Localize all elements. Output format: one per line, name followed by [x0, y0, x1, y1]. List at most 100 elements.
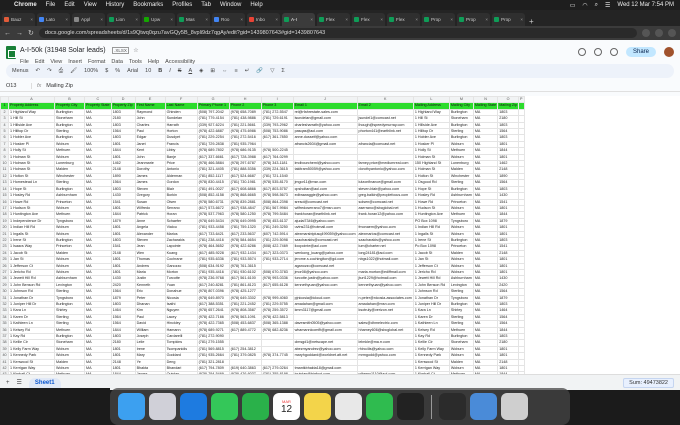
table-cell[interactable]: greg.baikin@peoplefocus.com	[356, 192, 414, 200]
text-color-button[interactable]: A	[188, 68, 192, 74]
browser-tab[interactable]: Lion ×	[107, 13, 140, 26]
table-cell[interactable]: farney.price@mediumreal.com	[356, 160, 414, 168]
menu-bookmarks[interactable]: Bookmarks	[133, 2, 163, 8]
back-icon[interactable]: ←	[4, 30, 11, 37]
menu-help[interactable]: Help	[250, 2, 262, 8]
tab-close-icon[interactable]: ×	[450, 17, 453, 22]
calendar-icon[interactable]: MAR 12	[273, 393, 300, 420]
table-cell[interactable]: Ashburnham	[448, 275, 474, 283]
new-tab-icon[interactable]: +	[529, 17, 534, 26]
tab-close-icon[interactable]: ×	[65, 17, 68, 22]
tab-close-icon[interactable]: ×	[170, 17, 173, 22]
undo-icon[interactable]: ↶	[36, 68, 41, 74]
header-cell[interactable]: Primary Phone 1	[196, 102, 230, 110]
bold-button[interactable]: B	[158, 68, 162, 74]
browser-tab[interactable]: Flex ×	[317, 13, 350, 26]
header-cell[interactable]: Property State	[84, 102, 112, 110]
browser-tab[interactable]: Prop ×	[422, 13, 455, 26]
doc-menu-accessibility[interactable]: Accessibility	[165, 59, 195, 65]
table-cell[interactable]: alexmarsbtplusq499059@yahoo.com	[292, 230, 358, 238]
browser-tab[interactable]: A-I ×	[282, 13, 315, 26]
menu-profiles[interactable]: Profiles	[172, 2, 192, 8]
quicktime-icon[interactable]	[439, 393, 466, 420]
browser-tab[interactable]: Flex ×	[387, 13, 420, 26]
currency-button[interactable]: $	[105, 68, 108, 74]
menu-view[interactable]: View	[84, 2, 97, 8]
browser-tab[interactable]: Mas ×	[177, 13, 210, 26]
tab-close-icon[interactable]: ×	[380, 17, 383, 22]
browser-tab[interactable]: Lato ×	[37, 13, 70, 26]
tab-close-icon[interactable]: ×	[415, 17, 418, 22]
fill-color-icon[interactable]: ◈	[199, 68, 203, 74]
browser-tab[interactable]: Roo ×	[212, 13, 245, 26]
profile-avatar[interactable]	[668, 29, 676, 37]
table-cell[interactable]: maria.morton@ediffmail.com	[356, 268, 414, 277]
messages-icon[interactable]	[211, 393, 238, 420]
chrome-icon[interactable]	[335, 393, 362, 420]
doc-menu-view[interactable]: View	[50, 59, 62, 65]
browser-tab[interactable]: Upw ×	[142, 13, 175, 26]
tab-close-icon[interactable]: ×	[275, 17, 278, 22]
tab-close-icon[interactable]: ×	[345, 17, 348, 22]
print-icon[interactable]: ⎙	[59, 68, 63, 75]
header-cell[interactable]: Mailing State	[472, 102, 499, 110]
menu-app-name[interactable]: Chrome	[14, 2, 37, 8]
doc-menu-data[interactable]: Data	[111, 59, 123, 65]
borders-icon[interactable]: ⊞	[210, 68, 215, 74]
doc-title[interactable]: A-I-50k (31948 Solar leads)	[20, 47, 106, 54]
tab-close-icon[interactable]: ×	[135, 17, 138, 22]
font-select[interactable]: Arial	[127, 68, 138, 74]
table-cell[interactable]: 1 John Benson Rd	[412, 281, 450, 290]
formula-input[interactable]: Mailing Zip	[46, 83, 73, 89]
table-cell[interactable]: Ashburnham	[448, 192, 474, 200]
wrap-icon[interactable]: ↵	[245, 68, 250, 74]
sheets-logo-icon[interactable]	[6, 45, 16, 59]
reload-icon[interactable]: ↻	[28, 29, 34, 37]
menu-tab[interactable]: Tab	[201, 2, 211, 8]
menu-edit[interactable]: Edit	[64, 2, 74, 8]
launchpad-icon[interactable]	[149, 393, 176, 420]
table-cell[interactable]: n.peter@nicosia-associates.com	[356, 294, 414, 303]
extension-icon[interactable]	[642, 29, 650, 37]
paint-format-icon[interactable]: 🖌	[70, 68, 77, 74]
facetime-icon[interactable]	[242, 393, 269, 420]
history-icon[interactable]	[577, 48, 586, 56]
tab-close-icon[interactable]: ×	[205, 17, 208, 22]
spreadsheet-grid[interactable]: A B C D E F G H I J K L M N O P 1 Property Address Propert…	[0, 96, 680, 374]
tab-close-icon[interactable]: ×	[310, 17, 313, 22]
share-button[interactable]: Share	[625, 47, 656, 57]
url-field[interactable]: docs.google.com/spreadsheets/d/1s9Qtwq0q…	[38, 28, 637, 38]
clock[interactable]: Wed 12 Mar 7:54 PM	[617, 2, 674, 8]
extension-icon-2[interactable]	[655, 29, 663, 37]
doc-menu-help[interactable]: Help	[148, 59, 159, 65]
browser-tab[interactable]: Prop ×	[457, 13, 490, 26]
filter-icon[interactable]: ▽	[270, 68, 274, 74]
menus-search[interactable]: Menus	[12, 68, 29, 74]
zoom-select[interactable]: 100%	[84, 68, 98, 74]
functions-icon[interactable]: Σ	[281, 68, 284, 74]
all-sheets-icon[interactable]: ☰	[17, 379, 22, 386]
star-icon[interactable]: ☆	[133, 48, 138, 54]
doc-menu-format[interactable]: Format	[88, 59, 105, 65]
browser-tab[interactable]: Bauz ×	[2, 13, 35, 26]
add-sheet-icon[interactable]: +	[6, 380, 10, 386]
doc-menu-tools[interactable]: Tools	[129, 59, 142, 65]
sum-readout[interactable]: Sum: 49473822	[623, 377, 674, 388]
meet-icon[interactable]	[609, 48, 618, 56]
forward-icon[interactable]: →	[16, 30, 23, 37]
preview-icon[interactable]	[470, 393, 497, 420]
italic-button[interactable]: I	[169, 68, 171, 74]
control-center-icon[interactable]: ☰	[605, 2, 610, 9]
font-size-field[interactable]: 10	[145, 68, 151, 74]
header-cell[interactable]: Mailing City	[448, 102, 474, 110]
battery-icon[interactable]: ▭	[570, 2, 576, 9]
trash-icon[interactable]	[501, 393, 528, 420]
tab-close-icon[interactable]: ×	[240, 17, 243, 22]
header-cell[interactable]: Mailing Zip	[497, 102, 520, 110]
link-icon[interactable]: 🔗	[256, 68, 263, 74]
strikethrough-button[interactable]: S	[178, 68, 182, 74]
menu-file[interactable]: File	[46, 2, 56, 8]
tab-close-icon[interactable]: ×	[485, 17, 488, 22]
browser-tab[interactable]: Appl ×	[72, 13, 105, 26]
doc-menu-file[interactable]: File	[20, 59, 29, 65]
